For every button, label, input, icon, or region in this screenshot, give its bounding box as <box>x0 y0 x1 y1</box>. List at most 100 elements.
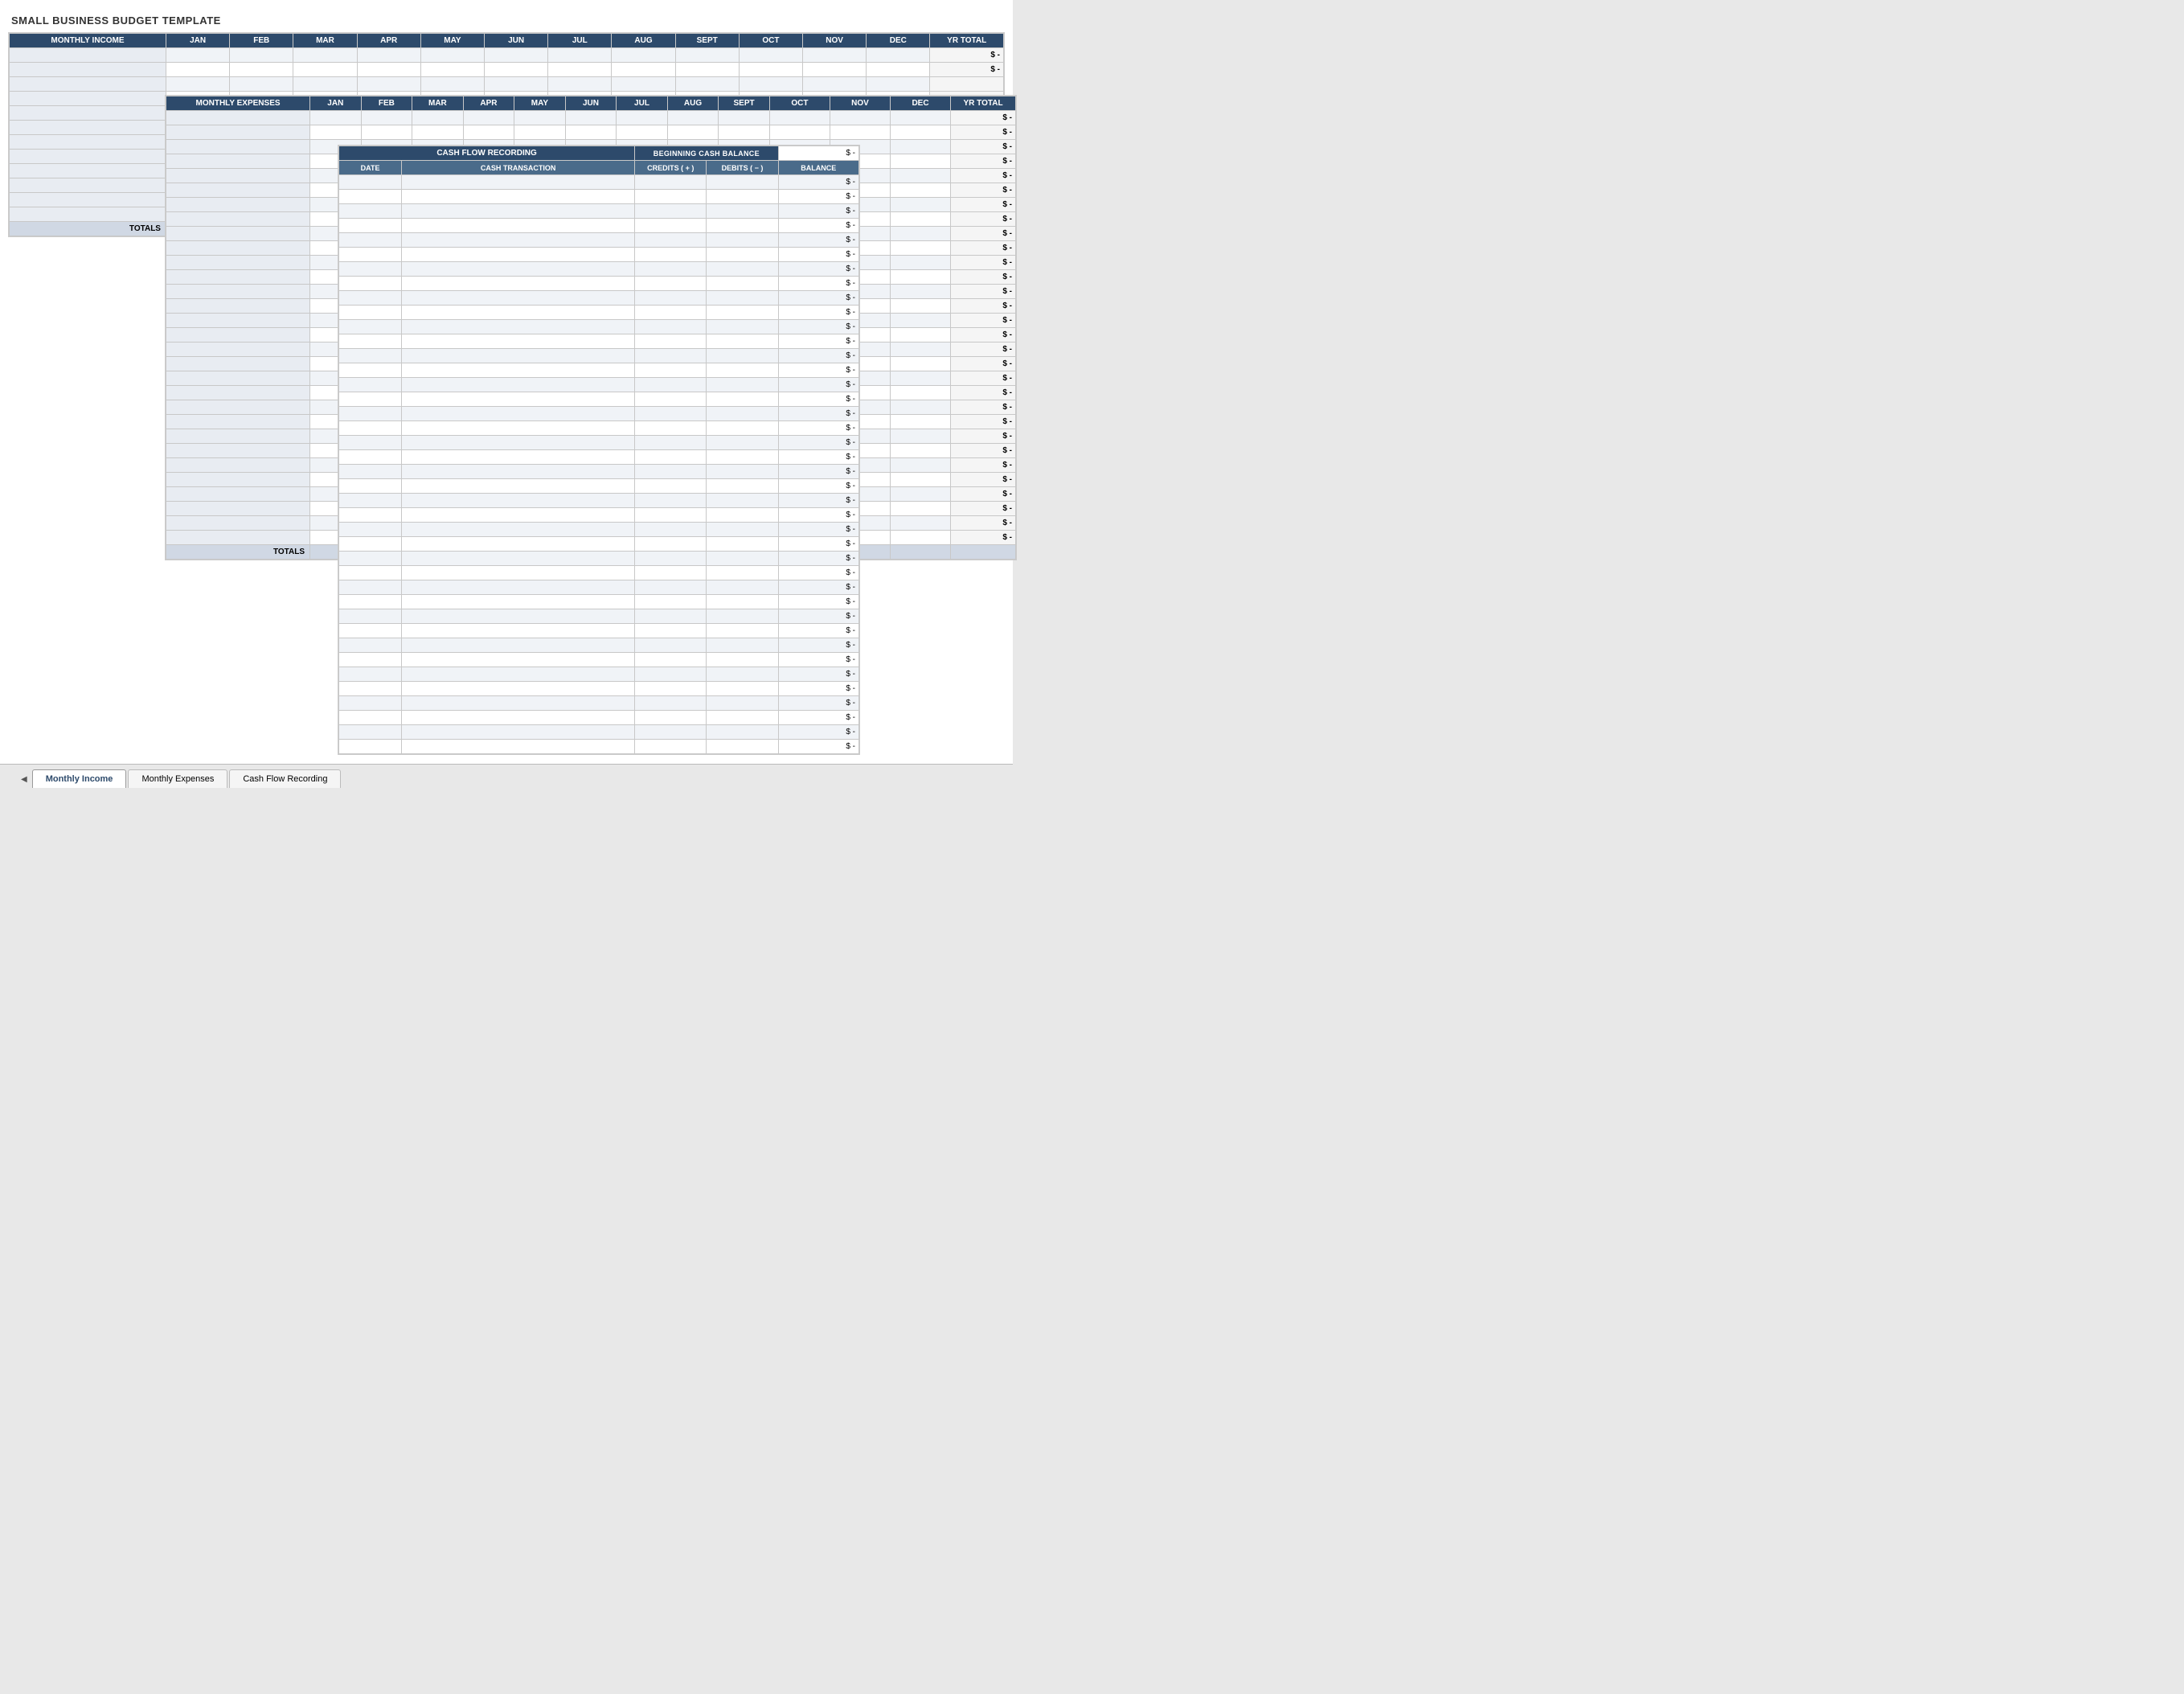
expenses-cell[interactable] <box>890 154 950 169</box>
cf-transaction-cell[interactable] <box>402 638 635 653</box>
cf-transaction-cell[interactable] <box>402 494 635 508</box>
cf-date-cell[interactable] <box>339 595 402 609</box>
cf-date-cell[interactable] <box>339 638 402 653</box>
expenses-row-label[interactable] <box>166 198 310 212</box>
income-cell[interactable] <box>420 77 484 92</box>
cf-credit-cell[interactable] <box>635 262 707 277</box>
expenses-row-label[interactable] <box>166 256 310 270</box>
cf-credit-cell[interactable] <box>635 306 707 320</box>
cf-transaction-cell[interactable] <box>402 204 635 219</box>
expenses-row-label[interactable] <box>166 531 310 545</box>
expenses-cell[interactable] <box>463 111 514 125</box>
expenses-cell[interactable] <box>890 169 950 183</box>
expenses-row-label[interactable] <box>166 386 310 400</box>
cf-date-cell[interactable] <box>339 653 402 667</box>
expenses-row-label[interactable] <box>166 314 310 328</box>
cf-debit-cell[interactable] <box>707 494 778 508</box>
income-cell[interactable] <box>803 77 867 92</box>
cf-debit-cell[interactable] <box>707 609 778 624</box>
cf-credit-cell[interactable] <box>635 580 707 595</box>
cf-debit-cell[interactable] <box>707 508 778 523</box>
expenses-cell[interactable] <box>617 111 668 125</box>
expenses-cell[interactable] <box>667 125 719 140</box>
income-cell[interactable] <box>612 48 675 63</box>
income-cell[interactable] <box>612 63 675 77</box>
cf-date-cell[interactable] <box>339 696 402 711</box>
tab-monthly-expenses[interactable]: Monthly Expenses <box>128 769 227 788</box>
cf-date-cell[interactable] <box>339 479 402 494</box>
cf-credit-cell[interactable] <box>635 277 707 291</box>
cf-debit-cell[interactable] <box>707 204 778 219</box>
cf-transaction-cell[interactable] <box>402 696 635 711</box>
cf-credit-cell[interactable] <box>635 291 707 306</box>
expenses-row-label[interactable] <box>166 516 310 531</box>
income-row-label[interactable] <box>10 77 166 92</box>
cf-transaction-cell[interactable] <box>402 552 635 566</box>
cf-debit-cell[interactable] <box>707 248 778 262</box>
cf-debit-cell[interactable] <box>707 523 778 537</box>
expenses-cell[interactable] <box>890 371 950 386</box>
expenses-row-label[interactable] <box>166 241 310 256</box>
cf-transaction-cell[interactable] <box>402 349 635 363</box>
expenses-cell[interactable] <box>890 314 950 328</box>
income-row-label[interactable] <box>10 63 166 77</box>
tab-cash-flow-recording[interactable]: Cash Flow Recording <box>229 769 341 788</box>
cf-credit-cell[interactable] <box>635 233 707 248</box>
cf-credit-cell[interactable] <box>635 595 707 609</box>
expenses-cell[interactable] <box>565 125 617 140</box>
cf-date-cell[interactable] <box>339 508 402 523</box>
cf-date-cell[interactable] <box>339 407 402 421</box>
income-cell[interactable] <box>867 48 930 63</box>
cf-date-cell[interactable] <box>339 291 402 306</box>
cf-transaction-cell[interactable] <box>402 566 635 580</box>
expenses-cell[interactable] <box>890 473 950 487</box>
expenses-cell[interactable] <box>890 299 950 314</box>
income-cell[interactable] <box>357 63 420 77</box>
income-row-label[interactable] <box>10 178 166 193</box>
cf-debit-cell[interactable] <box>707 219 778 233</box>
cf-debit-cell[interactable] <box>707 667 778 682</box>
cf-credit-cell[interactable] <box>635 653 707 667</box>
expenses-cell[interactable] <box>412 111 464 125</box>
expenses-cell[interactable] <box>890 198 950 212</box>
cf-date-cell[interactable] <box>339 392 402 407</box>
cf-transaction-cell[interactable] <box>402 580 635 595</box>
cf-credit-cell[interactable] <box>635 609 707 624</box>
income-cell[interactable] <box>230 77 293 92</box>
expenses-row-label[interactable] <box>166 299 310 314</box>
income-cell[interactable] <box>166 77 229 92</box>
expenses-cell[interactable] <box>890 444 950 458</box>
cf-credit-cell[interactable] <box>635 725 707 740</box>
expenses-cell[interactable] <box>890 212 950 227</box>
cf-debit-cell[interactable] <box>707 566 778 580</box>
expenses-cell[interactable] <box>361 111 412 125</box>
expenses-cell[interactable] <box>890 227 950 241</box>
expenses-row-label[interactable] <box>166 227 310 241</box>
cf-debit-cell[interactable] <box>707 334 778 349</box>
cf-credit-cell[interactable] <box>635 711 707 725</box>
expenses-cell[interactable] <box>310 111 362 125</box>
expenses-row-label[interactable] <box>166 371 310 386</box>
cf-date-cell[interactable] <box>339 494 402 508</box>
cf-date-cell[interactable] <box>339 175 402 190</box>
cf-date-cell[interactable] <box>339 421 402 436</box>
cf-date-cell[interactable] <box>339 624 402 638</box>
cf-credit-cell[interactable] <box>635 624 707 638</box>
cf-transaction-cell[interactable] <box>402 479 635 494</box>
income-cell[interactable] <box>739 77 802 92</box>
cf-transaction-cell[interactable] <box>402 262 635 277</box>
income-cell[interactable] <box>230 48 293 63</box>
cf-transaction-cell[interactable] <box>402 436 635 450</box>
cf-transaction-cell[interactable] <box>402 291 635 306</box>
income-cell[interactable] <box>675 77 739 92</box>
expenses-cell[interactable] <box>890 487 950 502</box>
expenses-row-label[interactable] <box>166 111 310 125</box>
expenses-cell[interactable] <box>890 111 950 125</box>
cf-date-cell[interactable] <box>339 566 402 580</box>
income-cell[interactable] <box>485 63 548 77</box>
expenses-cell[interactable] <box>890 386 950 400</box>
cf-debit-cell[interactable] <box>707 320 778 334</box>
cf-debit-cell[interactable] <box>707 407 778 421</box>
cf-credit-cell[interactable] <box>635 450 707 465</box>
expenses-row-label[interactable] <box>166 285 310 299</box>
